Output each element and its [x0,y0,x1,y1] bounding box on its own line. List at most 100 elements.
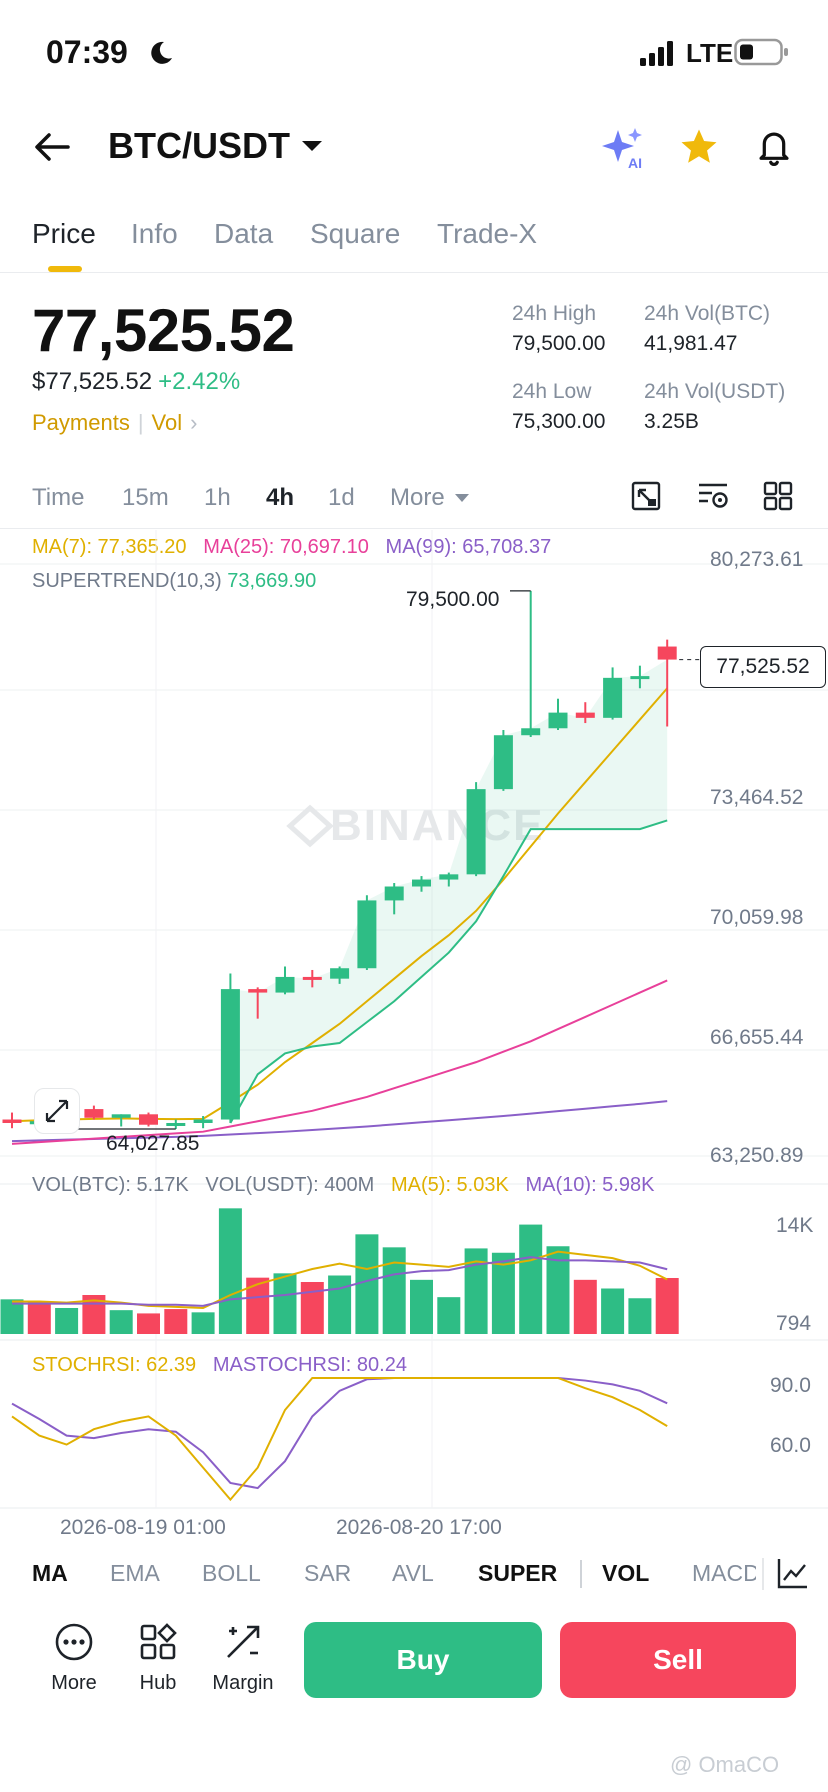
indicator-tab-divider [762,1558,764,1590]
low-value: 75,300.00 [512,410,606,433]
stochrsi-line [11,1377,668,1502]
candle-body [357,900,377,969]
indicator-tab-macd[interactable]: MACD [692,1560,756,1587]
vol-usdt-legend: VOL(USDT): 400M [205,1174,375,1196]
volume-bar [218,1208,242,1334]
low-marker-label: 64,027.85 [106,1132,200,1155]
volume-bar [328,1275,352,1334]
interval-divider [0,528,828,529]
mastochrsi-line [11,1377,668,1490]
margin-icon [227,1625,260,1658]
candle-body [84,1109,104,1118]
hub-button[interactable]: Hub [118,1622,198,1702]
volume-bar [27,1301,51,1334]
indicator-settings-icon[interactable] [696,480,730,512]
indicator-tab-sar[interactable]: SAR [304,1560,351,1587]
candle-body [657,646,677,660]
indicator-tab-vol[interactable]: VOL [602,1560,649,1587]
low-label: 24h Low [512,380,592,403]
payments-link[interactable]: Payments [32,410,130,435]
last-price: 77,525.52 [32,297,295,364]
interval-1h[interactable]: 1h [204,484,231,512]
ai-sparkle-icon[interactable]: AI [602,126,646,170]
indicator-tab-ema[interactable]: EMA [110,1560,160,1587]
candle-body [384,886,404,901]
price-tick: 70,059.98 [710,906,804,929]
stochrsi-legend: STOCHRSI: 62.39 MASTOCHRSI: 80.24 [32,1354,407,1377]
interval-1d[interactable]: 1d [328,484,355,512]
margin-button[interactable]: Margin [203,1622,283,1702]
tab-square[interactable]: Square [310,218,400,250]
vol-ma5-legend: MA(5): 5.03K [391,1174,509,1196]
payments-row[interactable]: Payments | Vol › [32,410,197,436]
stochrsi-value: STOCHRSI: 62.39 [32,1354,197,1376]
pair-title: BTC/USDT [108,125,290,166]
expand-chart-button[interactable] [34,1088,80,1134]
pair-selector[interactable]: BTC/USDT [108,124,324,168]
volume-bar [628,1298,652,1334]
sell-button[interactable]: Sell [560,1622,796,1698]
indicator-tab-avl[interactable]: AVL [392,1560,434,1587]
high-label: 24h High [512,302,597,325]
interval-15m[interactable]: 15m [122,484,169,512]
volume-legend: VOL(BTC): 5.17K VOL(USDT): 400M MA(5): 5… [32,1174,654,1197]
time-tick: 2026-08-20 17:00 [336,1516,502,1539]
tab-data[interactable]: Data [214,218,273,250]
indicator-tab-ma[interactable]: MA [32,1560,68,1587]
rsi-tick: 90.0 [770,1374,811,1397]
expand-icon [45,1099,69,1123]
chevron-right-icon: › [190,410,198,435]
volume-bar [137,1313,160,1334]
indicator-tab-super[interactable]: SUPER [478,1560,557,1587]
candle-body [493,735,513,790]
candle-body [630,676,650,680]
price-tick: 66,655.44 [710,1026,804,1049]
chart-fullscreen-icon[interactable] [630,480,662,512]
margin-label: Margin [212,1672,274,1694]
candle-body [439,874,459,880]
footer-watermark: @ OmaCO [670,1752,780,1777]
hub-grid-icon [140,1623,177,1660]
usd-price-row: $77,525.52 +2.42% [32,368,240,396]
volume-bar [437,1297,461,1334]
candle-body [166,1122,186,1126]
buy-button[interactable]: Buy [304,1622,542,1698]
usd-price: $77,525.52 [32,368,153,395]
candle-body [548,712,568,729]
bell-icon[interactable] [754,126,794,168]
interval-more-label: More [390,484,445,511]
back-arrow-icon[interactable] [34,132,70,162]
favorite-star-icon[interactable] [678,126,720,168]
price-tick: 80,273.61 [710,548,804,571]
interval-more[interactable]: More [390,484,471,512]
volume-bar [55,1308,79,1334]
candle-body [2,1119,22,1123]
vol-link[interactable]: Vol [152,410,183,435]
indicator-tab-divider [580,1560,582,1588]
svg-text:AI: AI [628,155,642,170]
caret-down-icon [454,494,469,502]
price-tick: 63,250.89 [710,1144,804,1167]
volume-bar [655,1277,679,1334]
indicator-tab-boll[interactable]: BOLL [202,1560,261,1587]
hub-label: Hub [139,1672,177,1694]
interval-time[interactable]: Time [32,484,84,512]
binance-logo-watermark [286,804,334,848]
interval-4h[interactable]: 4h [266,484,294,512]
candle-body [111,1114,131,1118]
vol-btc-legend: VOL(BTC): 5.17K [32,1174,189,1196]
candle-body [603,677,623,718]
tab-info[interactable]: Info [131,218,178,250]
vol-ma10-legend: MA(10): 5.98K [525,1174,655,1196]
chart-settings-icon[interactable] [776,1556,810,1590]
vol-usdt-label: 24h Vol(USDT) [644,380,786,403]
vol-tick: 14K [776,1214,814,1237]
signal-icon [640,41,673,66]
tab-trade-x[interactable]: Trade-X [437,218,537,250]
candle-body [575,712,595,718]
more-button[interactable]: More [34,1622,114,1702]
tab-price[interactable]: Price [32,218,96,250]
volume-bar [601,1288,625,1334]
caret-down-icon [302,141,322,151]
layout-grid-icon[interactable] [762,480,794,512]
